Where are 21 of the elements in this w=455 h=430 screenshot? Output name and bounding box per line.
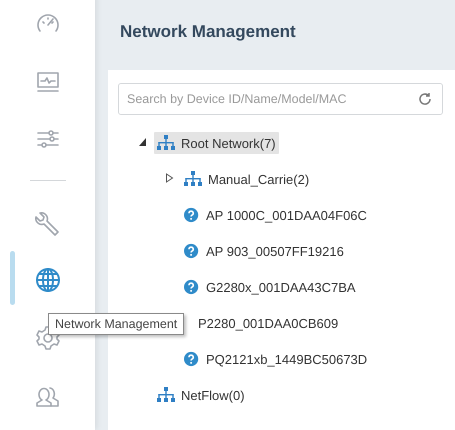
tree-item[interactable]: Root Network(7) xyxy=(154,132,279,154)
collapse-triangle-icon[interactable] xyxy=(138,137,146,147)
refresh-icon[interactable] xyxy=(418,92,432,106)
tree-item[interactable]: G2280x_001DAA43C7BA xyxy=(181,276,359,298)
tree-item[interactable]: PQ2121xb_1449BC50673D xyxy=(181,348,370,370)
network-icon xyxy=(184,171,202,187)
network-icon xyxy=(157,135,175,151)
page-title: Network Management xyxy=(119,21,296,43)
globe-icon xyxy=(34,266,62,294)
help-icon xyxy=(184,243,200,259)
search-field[interactable]: Search by Device ID/Name/Model/MAC xyxy=(118,83,443,115)
expand-triangle-icon[interactable] xyxy=(164,173,174,183)
tree-item[interactable]: AP 1000C_001DAA04F06C xyxy=(181,204,370,226)
tree-item[interactable]: Manual_Carrie(2) xyxy=(181,168,312,190)
tree-item[interactable]: AP 903_00507FF19216 xyxy=(181,240,347,262)
tooltip: Network Management xyxy=(48,313,184,335)
tree-item[interactable]: NetFlow(0) xyxy=(154,384,248,406)
help-icon xyxy=(184,207,200,223)
network-icon xyxy=(157,387,175,403)
help-icon xyxy=(184,351,200,367)
help-icon xyxy=(184,279,200,295)
